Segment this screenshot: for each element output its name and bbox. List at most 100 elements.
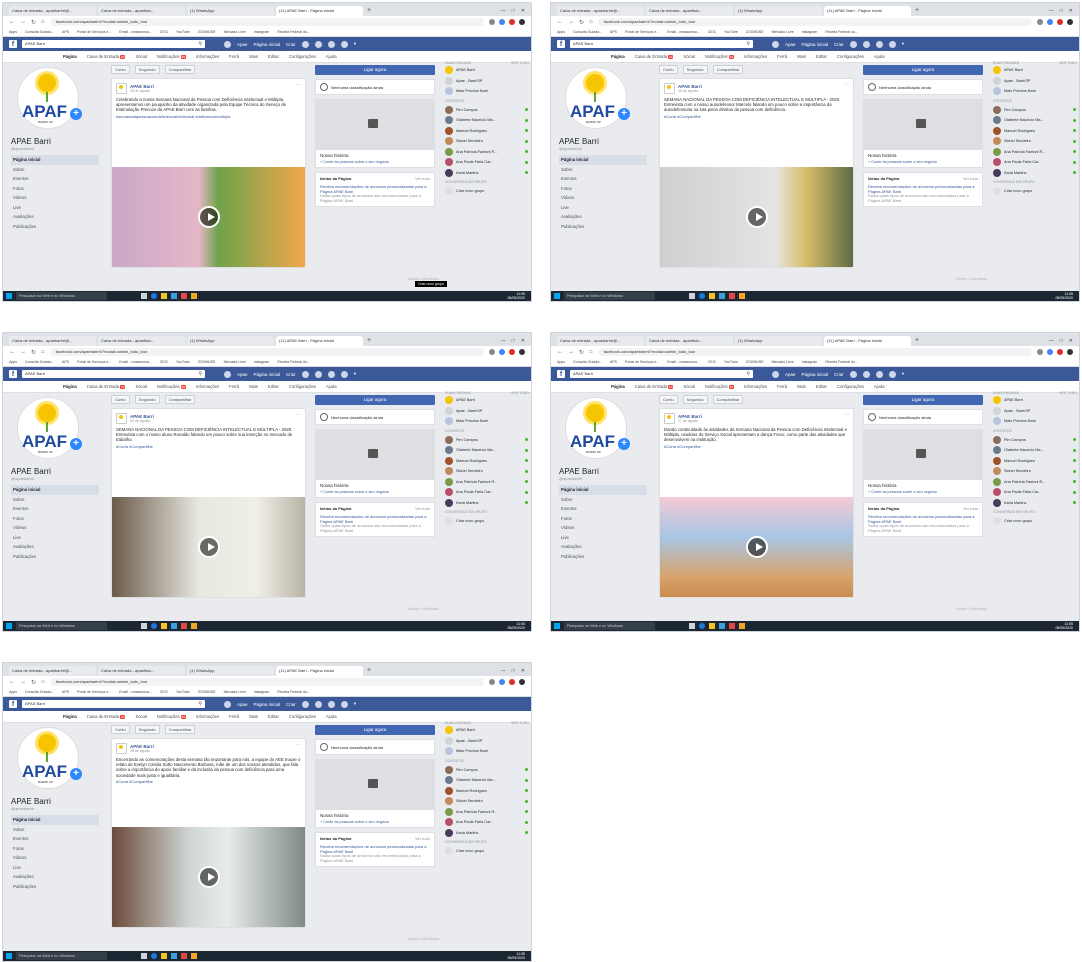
bookmark-item[interactable]: Consulta Guiada... xyxy=(25,358,54,366)
following-button[interactable]: Seguindo xyxy=(682,65,708,74)
ideas-see-all[interactable]: Ver tudo xyxy=(415,836,430,841)
reload-icon[interactable]: ↻ xyxy=(31,19,36,26)
play-icon[interactable] xyxy=(745,206,768,228)
contact-item[interactable]: Sidnei Sendeiro xyxy=(993,466,1079,477)
bookmark-item[interactable]: Receita Federal do... xyxy=(825,28,858,36)
windows-start-icon[interactable] xyxy=(6,953,12,959)
see-all-link[interactable]: VER TUDO xyxy=(511,391,529,395)
page-item[interactable]: APAE Barri xyxy=(993,65,1079,76)
home-icon[interactable]: ⌂ xyxy=(41,19,45,25)
page-name[interactable]: APAE Barri xyxy=(559,137,647,146)
post-avatar[interactable] xyxy=(664,83,675,94)
browser-tab[interactable]: (1) WhatsApp xyxy=(735,6,822,16)
minimize-icon[interactable]: — xyxy=(501,666,506,676)
search-icon[interactable]: ⚲ xyxy=(746,370,750,378)
help-icon[interactable] xyxy=(340,700,348,708)
bookmark-item[interactable]: Portal de Serviços e... xyxy=(77,28,111,36)
windows-start-icon[interactable] xyxy=(6,623,12,629)
left-nav-item[interactable]: Eventos xyxy=(11,834,99,844)
page-item[interactable]: Apae - Barri/SP xyxy=(993,76,1079,87)
facebook-search-input[interactable]: APAE Barri ⚲ xyxy=(570,370,753,378)
friends-icon[interactable] xyxy=(301,700,309,708)
facebook-logo-icon[interactable]: f xyxy=(9,370,17,378)
messenger-icon[interactable] xyxy=(314,700,322,708)
taskbar-search[interactable]: Pesquisar na Web e no Windows xyxy=(16,292,107,300)
bookmark-item[interactable]: Apps xyxy=(557,358,565,366)
reload-icon[interactable]: ↻ xyxy=(31,349,36,356)
extension-icon[interactable] xyxy=(489,19,495,25)
more-options-icon[interactable]: ⋯ xyxy=(296,412,301,418)
browser-tab-active[interactable]: (11) APAE Barri - Página inicial xyxy=(276,666,363,676)
minimize-icon[interactable]: — xyxy=(1049,6,1054,16)
profile-icon[interactable] xyxy=(519,679,525,685)
cover-placeholder[interactable] xyxy=(315,429,435,479)
dropdown-icon[interactable]: ▾ xyxy=(354,41,356,47)
bookmark-item[interactable]: ZOOMUSE xyxy=(198,28,216,36)
page-item[interactable]: Mais Próximo Barri xyxy=(445,746,531,757)
bookmark-item[interactable]: Mercado Livre xyxy=(224,688,246,696)
profile-avatar-icon[interactable] xyxy=(772,370,779,378)
extension-icon[interactable] xyxy=(509,679,515,685)
left-nav-item[interactable]: Avaliações xyxy=(11,542,99,552)
call-now-button[interactable]: Ligar agora xyxy=(863,395,983,405)
liked-button[interactable]: Curtiu xyxy=(659,65,678,74)
post-avatar[interactable] xyxy=(116,743,127,754)
nav-create[interactable]: Criar xyxy=(834,372,844,377)
post-date[interactable]: 25 de agosto xyxy=(130,89,154,93)
left-nav-item[interactable]: Live xyxy=(559,533,647,543)
left-nav-item[interactable]: Eventos xyxy=(11,504,99,514)
forward-icon[interactable]: → xyxy=(568,19,574,25)
left-nav-item[interactable]: Avaliações xyxy=(559,542,647,552)
new-tab-button[interactable]: + xyxy=(915,336,919,346)
left-nav-item[interactable]: Fotos xyxy=(11,844,99,854)
browser-tab[interactable]: Caixa de entrada - apaefisio... xyxy=(98,666,185,676)
nav-create[interactable]: Criar xyxy=(834,42,844,47)
browser-tab-active[interactable]: (11) APAE Barri - Página inicial xyxy=(276,6,363,16)
bookmark-item[interactable]: CEIC xyxy=(708,358,716,366)
post-video[interactable] xyxy=(112,827,305,927)
left-nav-item[interactable]: Fotos xyxy=(559,184,647,194)
post-avatar[interactable] xyxy=(116,83,127,94)
play-icon[interactable] xyxy=(197,866,220,888)
bookmark-item[interactable]: APS xyxy=(62,28,69,36)
facebook-logo-icon[interactable]: f xyxy=(9,700,17,708)
contact-item[interactable]: Sidnei Sendeiro xyxy=(445,466,531,477)
back-icon[interactable]: ← xyxy=(557,19,563,25)
following-button[interactable]: Seguindo xyxy=(134,725,160,734)
page-item[interactable]: Apae - Barri/SP xyxy=(445,406,531,417)
ideas-see-all[interactable]: Ver tudo xyxy=(963,506,978,511)
share-button[interactable]: Compartilhar xyxy=(164,725,196,734)
post-video[interactable] xyxy=(660,497,853,597)
left-nav-item[interactable]: Página inicial xyxy=(11,815,99,825)
extension-icon[interactable] xyxy=(1057,19,1063,25)
facebook-search-input[interactable]: APAE Barri ⚲ xyxy=(22,40,205,48)
bookmark-item[interactable]: Consulta Guiada... xyxy=(25,688,54,696)
contact-item[interactable]: Olaberte Maurício Ma... xyxy=(445,775,531,786)
back-icon[interactable]: ← xyxy=(9,19,15,25)
bookmark-item[interactable]: Mercado Livre xyxy=(224,28,246,36)
bookmark-item[interactable]: Apps xyxy=(9,28,17,36)
chrome-icon[interactable] xyxy=(729,623,735,629)
search-icon[interactable]: ⚲ xyxy=(198,700,202,708)
friends-icon[interactable] xyxy=(301,370,309,378)
nav-home[interactable]: Página inicial xyxy=(254,702,281,707)
bookmark-item[interactable]: Apps xyxy=(9,358,17,366)
post-hashtags[interactable]: #Curta #Compartilhe xyxy=(116,779,301,784)
minimize-icon[interactable]: — xyxy=(501,336,506,346)
add-icon[interactable]: + xyxy=(70,438,82,450)
bookmark-item[interactable]: CEIC xyxy=(160,28,168,36)
windows-start-icon[interactable] xyxy=(554,293,560,299)
browser-tab[interactable]: Caixa de entrada - apaebarirri@... xyxy=(557,336,644,346)
store-icon[interactable] xyxy=(171,293,177,299)
bookmark-item[interactable]: Portal de Serviços e... xyxy=(625,358,659,366)
bookmark-item[interactable]: APS xyxy=(610,358,617,366)
page-item[interactable]: APAE Barri xyxy=(445,725,531,736)
add-icon[interactable]: + xyxy=(618,438,630,450)
bookmark-item[interactable]: Instagram xyxy=(254,688,270,696)
nav-profile[interactable]: Apae xyxy=(237,42,248,47)
contact-item[interactable]: Ana Paula Faria Car... xyxy=(445,487,531,498)
post-video[interactable] xyxy=(112,497,305,597)
maximize-icon[interactable]: □ xyxy=(512,6,515,16)
task-view-icon[interactable] xyxy=(689,623,695,629)
new-tab-button[interactable]: + xyxy=(915,6,919,16)
